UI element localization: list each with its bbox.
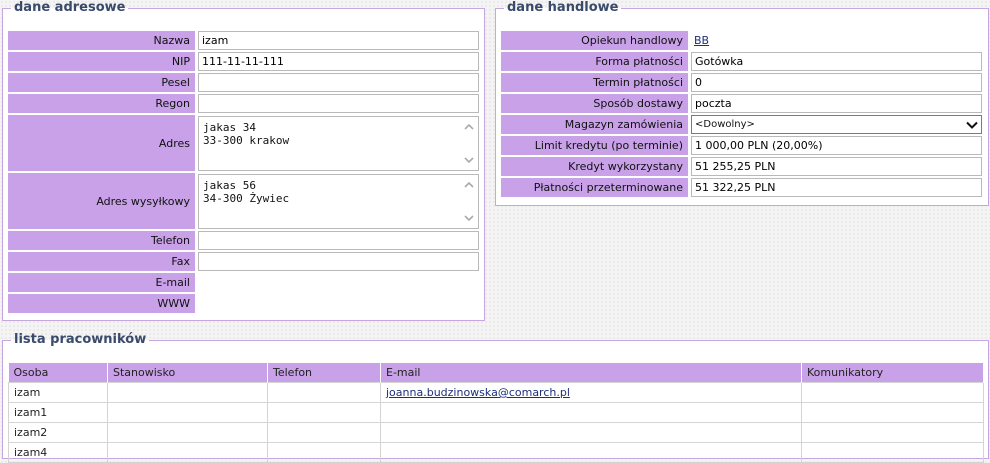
cell-telefon — [267, 382, 381, 403]
staff-legend: lista pracowników — [14, 332, 147, 347]
cell-telefon — [267, 422, 381, 443]
cell-stanowisko — [107, 382, 268, 403]
staff-panel: lista pracowników Osoba Stanowisko Telef… — [2, 332, 989, 463]
cell-email: joanna.budzinowska@comarch.pl — [380, 382, 802, 403]
regon-label: Regon — [8, 94, 197, 113]
fax-input[interactable] — [198, 252, 479, 271]
email-value — [197, 273, 479, 292]
chevron-down-icon[interactable] — [965, 118, 979, 132]
cell-email — [380, 402, 802, 423]
cell-osoba: izam1 — [8, 402, 108, 423]
used-credit-label: Kredyt wykorzystany — [501, 157, 690, 176]
col-telefon[interactable]: Telefon — [267, 363, 381, 383]
cell-email — [380, 422, 802, 443]
trade-panel: dane handlowe Opiekun handlowy BB Forma … — [495, 1, 989, 206]
email-label: E-mail — [8, 273, 197, 292]
payterm-input[interactable] — [691, 73, 982, 92]
scroll-up-icon[interactable] — [463, 179, 475, 191]
fax-label: Fax — [8, 252, 197, 271]
used-credit-input[interactable] — [691, 157, 982, 176]
cell-stanowisko — [107, 402, 268, 423]
limit-input[interactable] — [691, 136, 982, 155]
col-osoba[interactable]: Osoba — [8, 363, 108, 383]
table-row[interactable]: izam joanna.budzinowska@comarch.pl — [8, 382, 984, 403]
delivery-label: Sposób dostawy — [501, 94, 690, 113]
cell-osoba: izam — [8, 382, 108, 403]
nip-label: NIP — [8, 52, 197, 71]
delivery-input[interactable] — [691, 94, 982, 113]
pesel-input[interactable] — [198, 73, 479, 92]
overdue-input[interactable] — [691, 178, 982, 197]
col-email[interactable]: E-mail — [380, 363, 802, 383]
staff-table: Osoba Stanowisko Telefon E-mail Komunika… — [8, 363, 984, 463]
cell-telefon — [267, 402, 381, 423]
cell-osoba: izam2 — [8, 422, 108, 443]
adres-label: Adres — [8, 115, 197, 171]
col-komunikatory[interactable]: Komunikatory — [801, 363, 984, 383]
table-row[interactable]: izam2 — [8, 422, 984, 443]
ship-address-textarea[interactable]: jakas 56 34-300 Żywiec — [198, 173, 479, 229]
nip-input[interactable] — [198, 52, 479, 71]
name-label: Nazwa — [8, 31, 197, 50]
rep-label: Opiekun handlowy — [501, 31, 690, 50]
trade-legend: dane handlowe — [507, 0, 619, 15]
www-value — [197, 294, 479, 313]
warehouse-label: Magazyn zamówienia — [501, 115, 690, 134]
cell-komunikatory — [801, 382, 984, 403]
address-panel: dane adresowe Nazwa NIP Pesel Regon Adre… — [2, 1, 485, 321]
col-stanowisko[interactable]: Stanowisko — [107, 363, 268, 383]
www-label: WWW — [8, 294, 197, 313]
payform-label: Forma płatności — [501, 52, 690, 71]
rep-link[interactable]: BB — [691, 32, 712, 49]
ship-line-2: 34-300 Żywiec — [203, 191, 290, 205]
scroll-up-icon[interactable] — [463, 121, 475, 133]
address-legend: dane adresowe — [14, 0, 126, 15]
ship-address-label: Adres wysyłkowy — [8, 173, 197, 229]
overdue-label: Płatności przeterminowane — [501, 178, 690, 197]
phone-input[interactable] — [198, 231, 479, 250]
cell-osoba: izam4 — [8, 442, 108, 463]
email-link[interactable]: joanna.budzinowska@comarch.pl — [386, 386, 570, 399]
trade-form: Opiekun handlowy BB Forma płatności Term… — [501, 29, 982, 199]
cell-komunikatory — [801, 422, 984, 443]
regon-input[interactable] — [198, 94, 479, 113]
phone-label: Telefon — [8, 231, 197, 250]
warehouse-select[interactable]: <Dowolny> — [691, 115, 982, 134]
payform-input[interactable] — [691, 52, 982, 71]
cell-komunikatory — [801, 442, 984, 463]
table-row[interactable]: izam1 — [8, 402, 984, 423]
table-row[interactable]: izam4 — [8, 442, 984, 463]
cell-email — [380, 442, 802, 463]
adres-line-2: 33-300 krakow — [203, 133, 290, 147]
payterm-label: Termin płatności — [501, 73, 690, 92]
name-input[interactable] — [198, 31, 479, 50]
cell-stanowisko — [107, 442, 268, 463]
ship-line-1: jakas 56 — [203, 178, 256, 192]
warehouse-selected: <Dowolny> — [695, 119, 755, 130]
cell-komunikatory — [801, 402, 984, 423]
scroll-down-icon[interactable] — [463, 154, 475, 166]
cell-stanowisko — [107, 422, 268, 443]
address-form: Nazwa NIP Pesel Regon Adres jakas 34 33-… — [8, 29, 479, 315]
adres-textarea[interactable]: jakas 34 33-300 krakow — [198, 115, 479, 171]
pesel-label: Pesel — [8, 73, 197, 92]
adres-line-1: jakas 34 — [203, 120, 256, 134]
limit-label: Limit kredytu (po terminie) — [501, 136, 690, 155]
scroll-down-icon[interactable] — [463, 212, 475, 224]
cell-telefon — [267, 442, 381, 463]
